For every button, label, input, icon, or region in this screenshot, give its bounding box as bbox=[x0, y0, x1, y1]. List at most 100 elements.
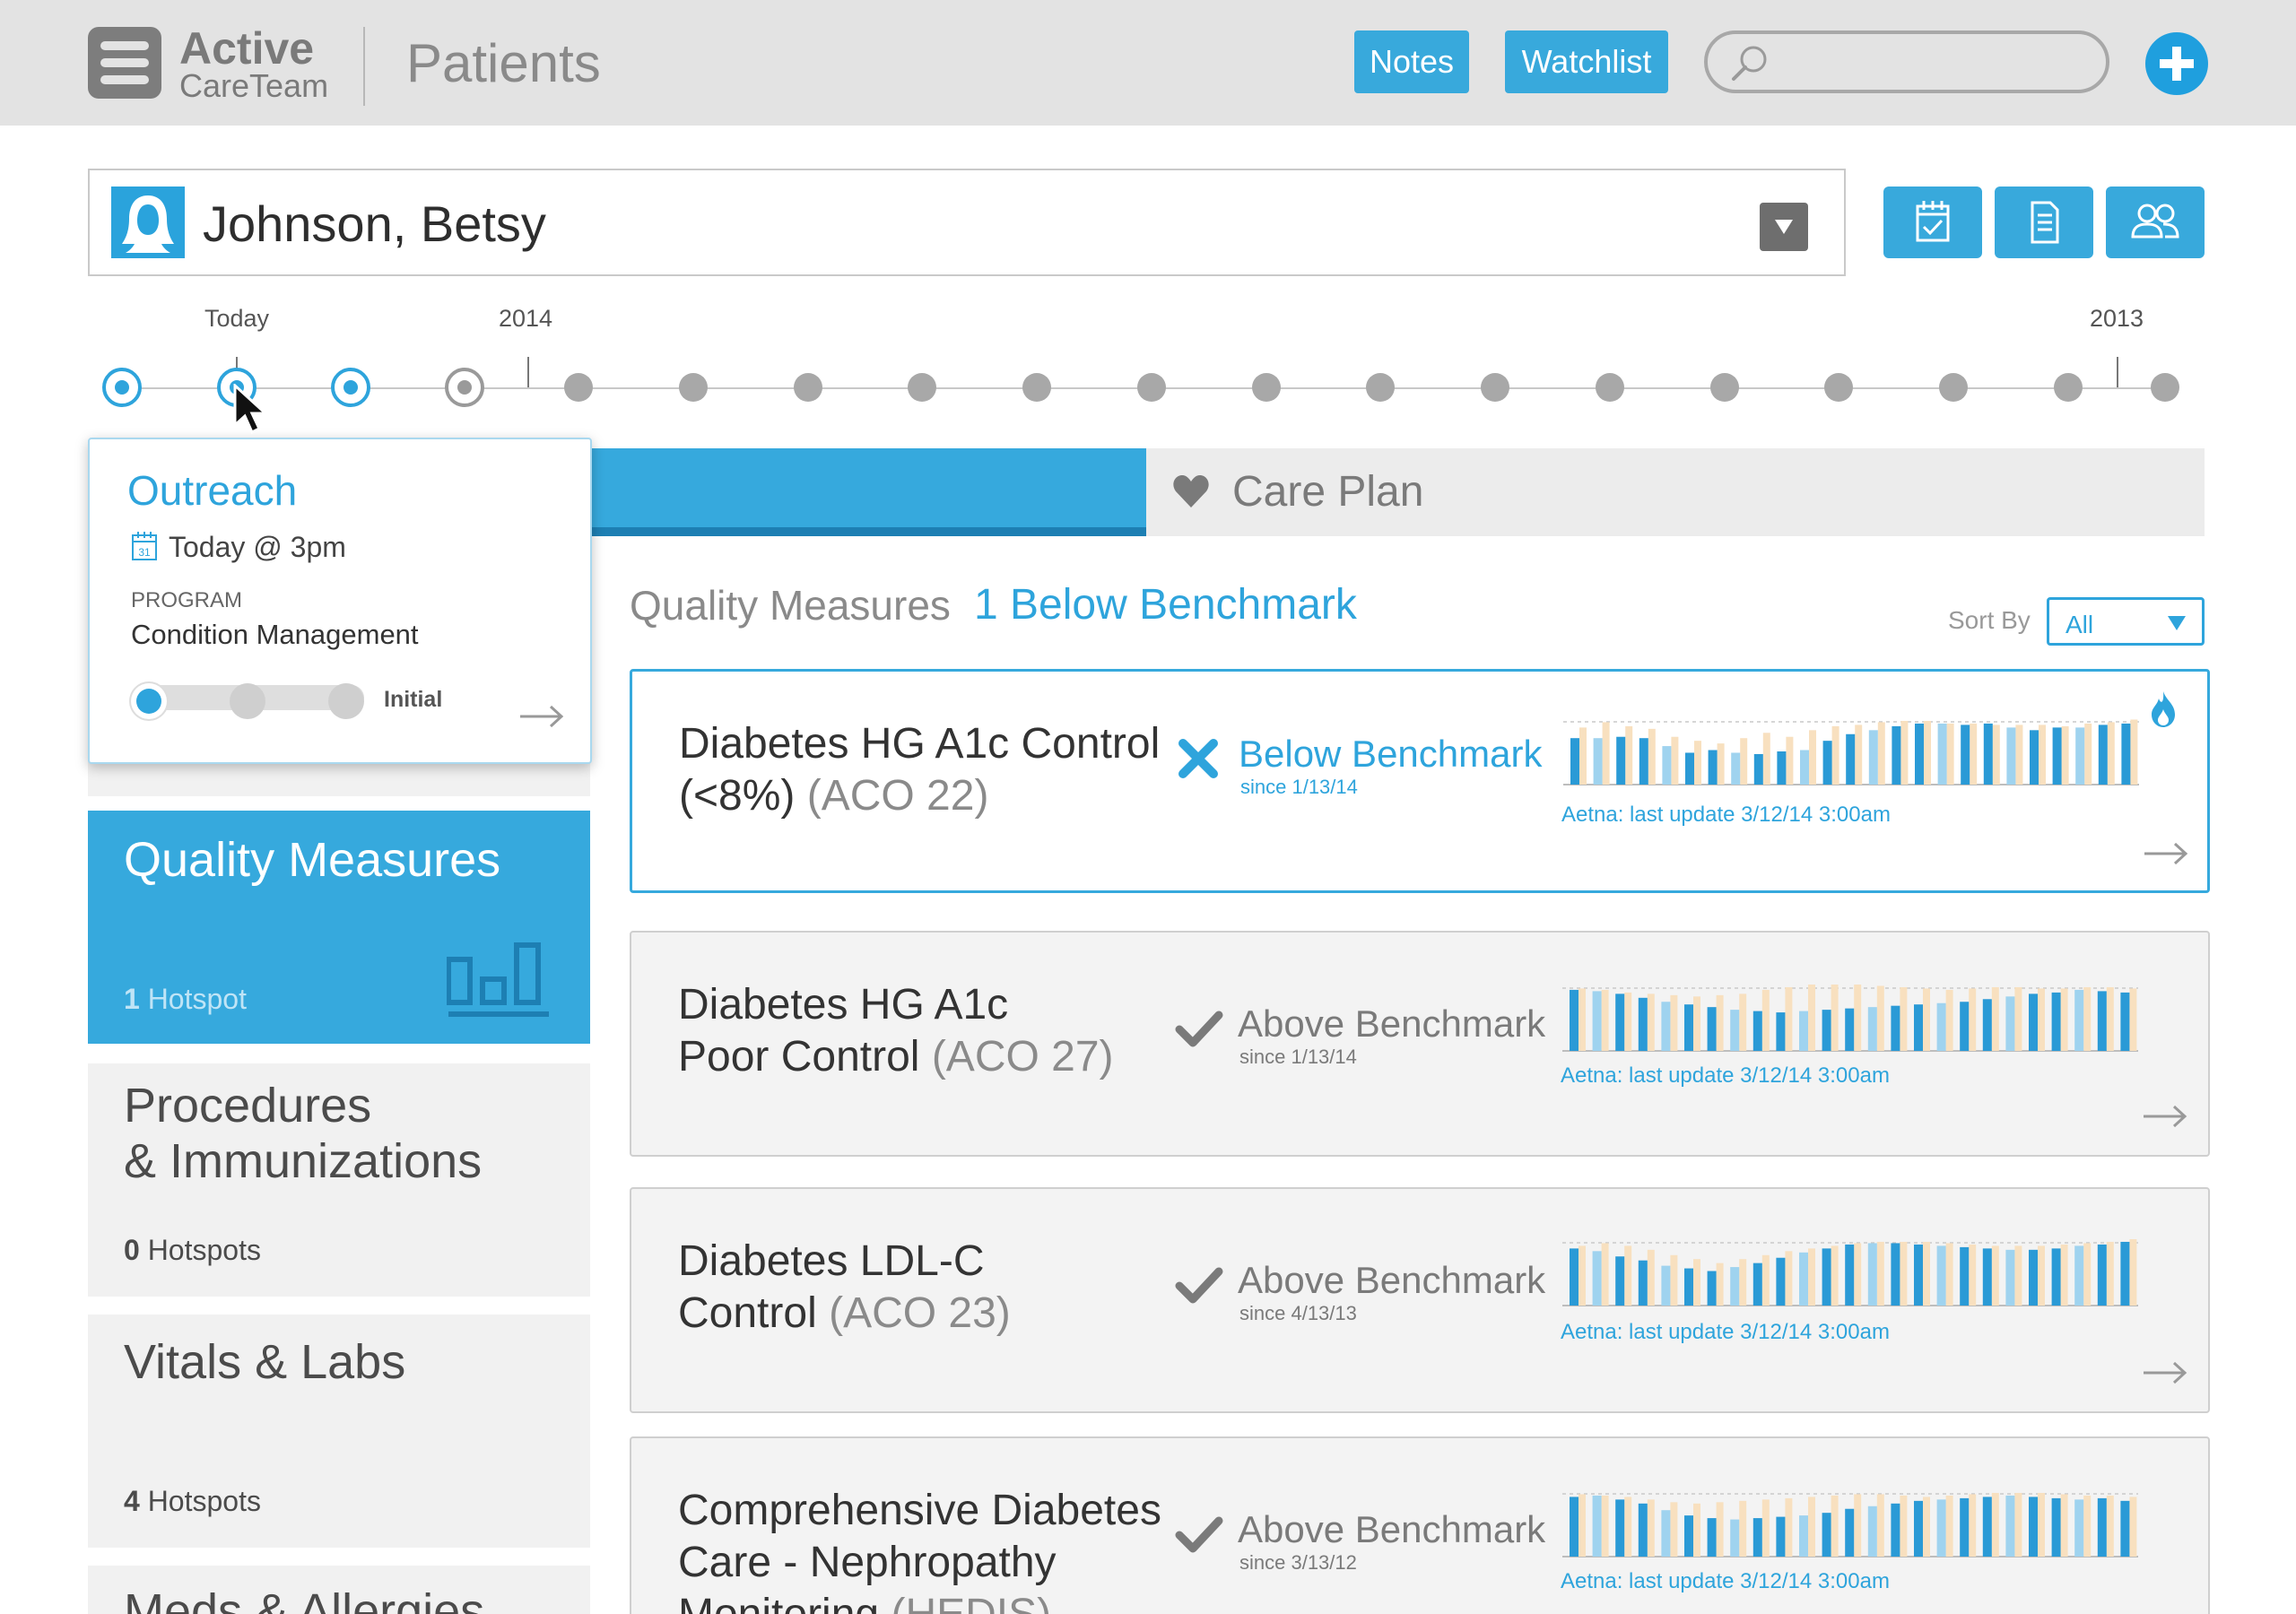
actual-bar bbox=[1891, 1243, 1900, 1306]
notes-button[interactable]: Notes bbox=[1354, 30, 1469, 93]
actual-bar bbox=[2051, 992, 2061, 1051]
timeline-event[interactable] bbox=[1481, 373, 1509, 402]
timeline-event[interactable] bbox=[2151, 373, 2179, 402]
target-bar bbox=[1647, 1249, 1655, 1306]
target-bar bbox=[1693, 1503, 1700, 1557]
timeline-event[interactable] bbox=[1022, 373, 1051, 402]
actual-bar bbox=[1799, 1011, 1808, 1051]
target-bar bbox=[2106, 1495, 2114, 1557]
sort-select[interactable]: All bbox=[2047, 597, 2205, 646]
sort-label: Sort By bbox=[1948, 606, 2031, 634]
timeline-event[interactable] bbox=[794, 373, 822, 402]
target-bar bbox=[1831, 1245, 1839, 1306]
target-bar bbox=[1991, 1492, 1999, 1557]
actual-bar bbox=[1776, 1257, 1786, 1306]
sidebar-item-vitals-labs[interactable]: Vitals & Labs 4 Hotspots bbox=[88, 1315, 590, 1548]
measure-status: Below Benchmark bbox=[1239, 733, 1543, 775]
measure-card[interactable]: Comprehensive Diabetes Care - Nephropath… bbox=[630, 1436, 2210, 1614]
target-bar bbox=[1601, 1495, 1609, 1557]
actual-bar bbox=[1914, 1244, 1923, 1306]
arrow-right-icon[interactable] bbox=[2142, 1103, 2190, 1130]
timeline-event[interactable] bbox=[2054, 373, 2083, 402]
actual-bar bbox=[1822, 741, 1832, 785]
measure-card[interactable]: Diabetes HG A1c Control (<8%) (ACO 22) B… bbox=[630, 669, 2210, 893]
measure-card[interactable]: Diabetes HG A1c Poor Control (ACO 27) Ab… bbox=[630, 931, 2210, 1157]
documents-button[interactable] bbox=[1995, 187, 2093, 258]
stage-knob[interactable] bbox=[230, 683, 265, 719]
target-bar bbox=[2060, 1494, 2068, 1557]
target-bar bbox=[1992, 725, 2000, 785]
actual-bar bbox=[1960, 1002, 1970, 1051]
watchlist-button[interactable]: Watchlist bbox=[1505, 30, 1668, 93]
tab-care-plan[interactable]: Care Plan bbox=[1146, 448, 2205, 536]
actual-bar bbox=[1982, 1248, 1992, 1306]
event-popup[interactable]: Outreach 31 Today @ 3pm PROGRAM Conditio… bbox=[88, 438, 592, 764]
timeline-event[interactable] bbox=[1824, 373, 1853, 402]
actual-bar bbox=[2029, 1249, 2038, 1306]
timeline-event[interactable] bbox=[908, 373, 936, 402]
timeline-event[interactable] bbox=[564, 373, 593, 402]
actual-bar bbox=[2074, 989, 2084, 1051]
target-bar bbox=[1808, 1248, 1815, 1306]
timeline-event[interactable] bbox=[102, 368, 142, 407]
actual-bar bbox=[2029, 994, 2038, 1051]
section-title: Quality Measures bbox=[630, 582, 951, 629]
actual-bar bbox=[1822, 1010, 1831, 1051]
target-bar bbox=[2129, 1497, 2137, 1557]
actual-bar bbox=[1914, 1500, 1923, 1557]
arrow-right-icon[interactable] bbox=[518, 703, 567, 730]
actual-bar bbox=[2051, 1248, 2061, 1306]
brand-name: Active bbox=[179, 23, 315, 74]
target-bar bbox=[2014, 986, 2022, 1051]
measure-status: Above Benchmark bbox=[1238, 1002, 1546, 1045]
actual-bar bbox=[1592, 1251, 1602, 1306]
top-bar: Active CareTeam Patients Notes Watchlist bbox=[0, 0, 2296, 126]
arrow-right-icon[interactable] bbox=[2143, 840, 2191, 867]
search-input[interactable] bbox=[1779, 39, 2084, 84]
actual-bar bbox=[1685, 752, 1694, 785]
actual-bar bbox=[1684, 1004, 1693, 1051]
sidebar-item-meds-allergies[interactable]: Meds & Allergies bbox=[88, 1566, 590, 1614]
target-bar bbox=[1831, 985, 1839, 1051]
arrow-right-icon[interactable] bbox=[2142, 1359, 2190, 1386]
timeline-event[interactable] bbox=[331, 368, 370, 407]
patient-dropdown-toggle[interactable] bbox=[1760, 203, 1808, 251]
timeline-event[interactable] bbox=[1137, 373, 1166, 402]
search-field[interactable] bbox=[1704, 30, 2109, 93]
actual-bar bbox=[1684, 1515, 1693, 1557]
actual-bar bbox=[1731, 752, 1741, 785]
target-bar bbox=[1785, 1497, 1793, 1557]
popup-program-label: PROGRAM bbox=[131, 588, 243, 612]
timeline-event[interactable] bbox=[1596, 373, 1624, 402]
tasks-button[interactable] bbox=[1883, 187, 1982, 258]
care-team-button[interactable] bbox=[2106, 187, 2205, 258]
timeline-event[interactable] bbox=[1939, 373, 1968, 402]
target-bar bbox=[1945, 1495, 1953, 1557]
below-benchmark-summary[interactable]: 1 Below Benchmark bbox=[974, 581, 1357, 629]
actual-bar bbox=[1868, 730, 1878, 785]
patient-selector[interactable]: Johnson, Betsy bbox=[88, 169, 1846, 276]
target-bar bbox=[2129, 1239, 2137, 1306]
sidebar-item-label: Quality Measures bbox=[124, 833, 501, 887]
timeline-event[interactable] bbox=[1366, 373, 1395, 402]
tab-quality[interactable] bbox=[592, 448, 1146, 536]
sidebar-item-quality-measures[interactable]: Quality Measures 1 Hotspot bbox=[88, 811, 590, 1044]
target-bar bbox=[1647, 1499, 1655, 1557]
measure-card[interactable]: Diabetes LDL-C Control (ACO 23) Above Be… bbox=[630, 1187, 2210, 1413]
actual-bar bbox=[1638, 997, 1648, 1051]
target-bar bbox=[1670, 1254, 1678, 1306]
timeline-event[interactable] bbox=[679, 373, 708, 402]
stage-knob-initial[interactable] bbox=[131, 683, 167, 719]
measure-since: since 1/13/14 bbox=[1239, 1046, 1357, 1068]
measure-status: Above Benchmark bbox=[1238, 1259, 1546, 1301]
sidebar-item-procedures[interactable]: Procedures & Immunizations 0 Hotspots bbox=[88, 1063, 590, 1297]
timeline-event[interactable] bbox=[1710, 373, 1739, 402]
add-button[interactable] bbox=[2145, 32, 2208, 95]
target-bar bbox=[1785, 1251, 1793, 1306]
stage-knob[interactable] bbox=[328, 683, 364, 719]
target-bar bbox=[1648, 728, 1656, 785]
menu-icon[interactable] bbox=[88, 27, 161, 99]
timeline-event[interactable] bbox=[445, 368, 484, 407]
target-bar bbox=[1991, 986, 1999, 1051]
timeline-event[interactable] bbox=[1252, 373, 1281, 402]
